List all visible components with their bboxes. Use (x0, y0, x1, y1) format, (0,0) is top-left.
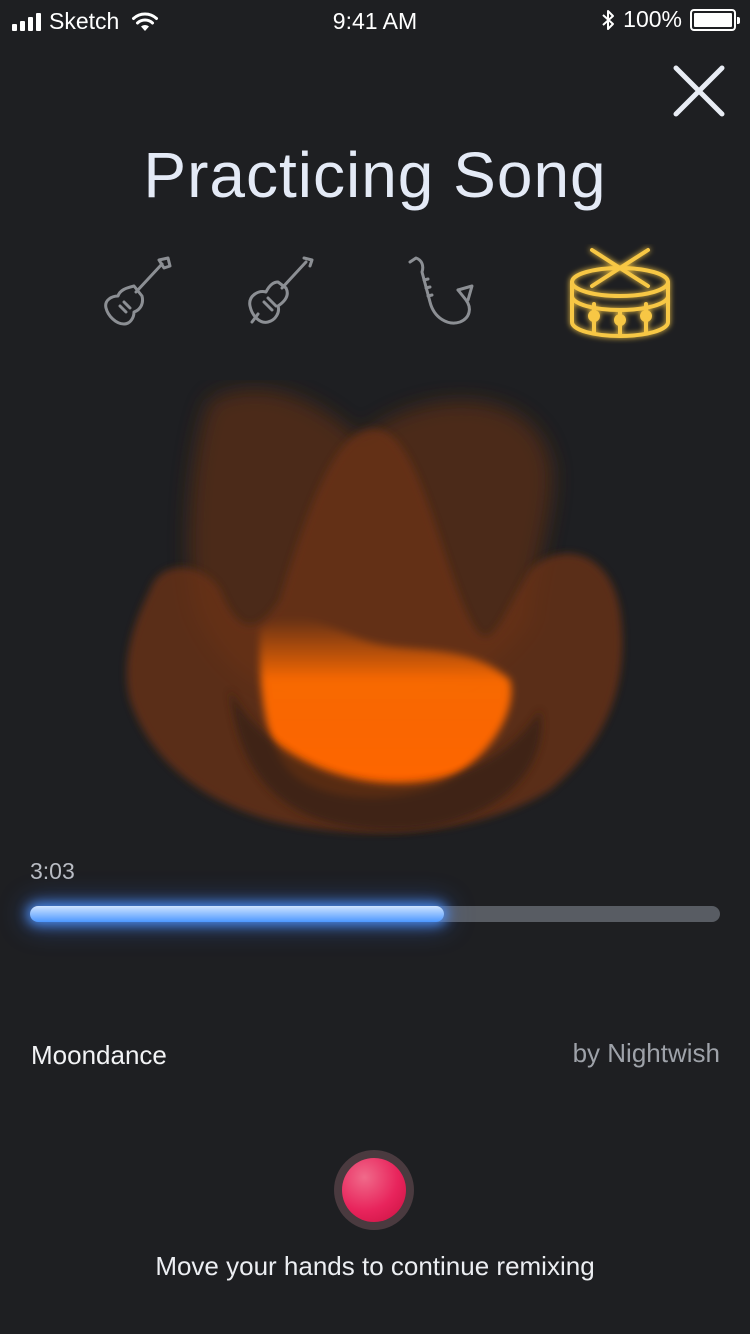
status-bar: Sketch 9:41 AM 100% (0, 0, 750, 44)
instrument-violin-button[interactable] (238, 252, 318, 332)
status-right: 100% (601, 6, 740, 33)
battery-icon (690, 8, 740, 31)
instrument-guitar-button[interactable] (96, 252, 176, 332)
page-title: Practicing Song (143, 139, 607, 211)
song-title: Moondance (31, 1040, 167, 1070)
instrument-saxophone-button[interactable] (400, 252, 480, 332)
violin-icon (248, 256, 314, 324)
song-artist: by Nightwish (572, 1038, 720, 1068)
progress-bar[interactable] (30, 906, 720, 922)
guitar-icon (104, 256, 172, 326)
record-button[interactable] (334, 1150, 414, 1230)
elapsed-time: 3:03 (30, 858, 75, 884)
battery-percent: 100% (623, 6, 682, 32)
sound-visualizer (110, 380, 640, 850)
record-icon (342, 1158, 406, 1222)
bluetooth-icon (602, 9, 615, 30)
remix-hint: Move your hands to continue remixing (155, 1251, 595, 1281)
close-button[interactable] (670, 62, 728, 120)
drum-icon (570, 248, 670, 338)
instrument-drum-button[interactable] (560, 244, 680, 344)
progress-fill (30, 906, 444, 922)
close-icon (673, 65, 725, 117)
saxophone-icon (408, 256, 474, 325)
